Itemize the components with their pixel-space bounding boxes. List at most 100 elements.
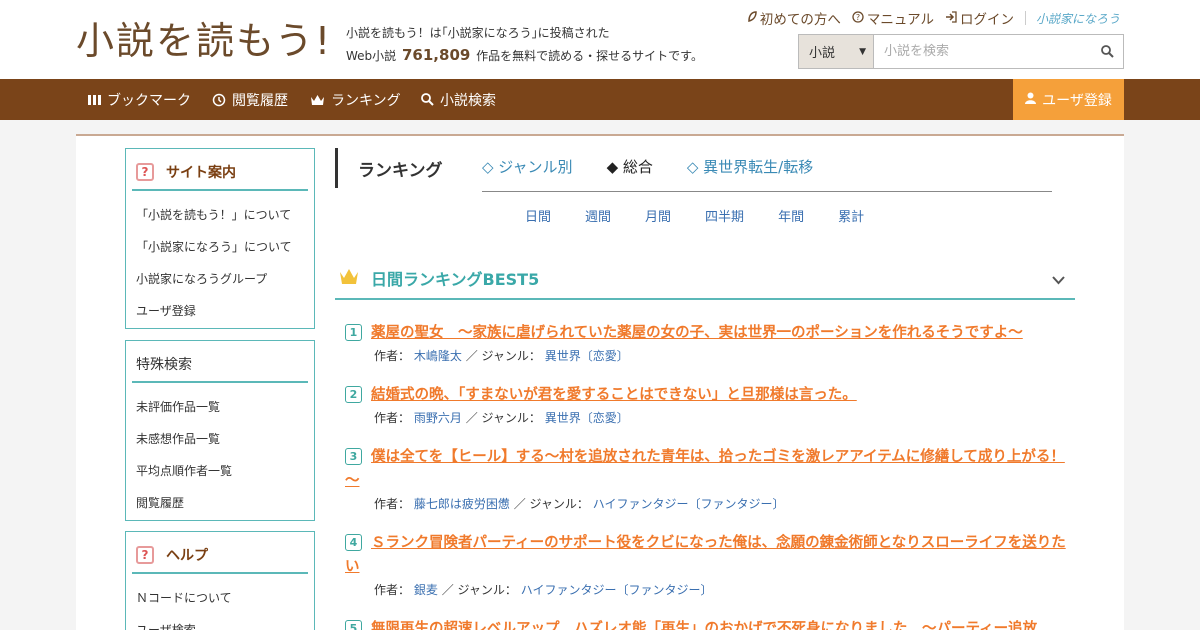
period-yearly[interactable]: 年間 (778, 206, 804, 225)
novel-meta: 作者： 木嶋隆太 ／ ジャンル： 異世界〔恋愛〕 (374, 347, 1070, 365)
genre-label: ／ ジャンル： (465, 411, 541, 425)
author-label: 作者： (374, 349, 411, 363)
register-button[interactable]: ユーザ登録 (1013, 79, 1124, 120)
sidebar-item-ncode[interactable]: Ｎコードについて (136, 582, 314, 614)
sidebar-guide-title: サイト案内 (166, 165, 236, 181)
author-label: 作者： (374, 497, 411, 511)
novel-title-link[interactable]: Ｓランク冒険者パーティーのサポート役をクビになった俺は、念願の錬金術師となりスロ… (345, 531, 1070, 579)
history-icon (212, 93, 226, 107)
tagline-line1: 小説を読もう！は｢小説家になろう｣に投稿された (346, 26, 610, 40)
nav-bookmark[interactable]: ブックマーク (88, 79, 191, 120)
tab-overall[interactable]: ◆ 総合 (607, 156, 653, 191)
period-total[interactable]: 累計 (838, 206, 864, 225)
novel-title-link[interactable]: 僕は全てを【ヒール】する～村を追放された青年は、拾ったゴミを激レアアイテムに修繕… (345, 445, 1070, 493)
leaf-icon (748, 11, 757, 25)
top-links: 初めての方へ ? マニュアル ログイン 小説家になろう (737, 8, 1120, 28)
genre-label: ／ ジャンル： (441, 583, 517, 597)
tab-genre[interactable]: ◇ ジャンル別 (482, 156, 573, 191)
genre-label: ／ ジャンル： (513, 497, 589, 511)
search-icon (421, 93, 434, 106)
tagline-prefix: Web小説 (346, 49, 397, 63)
ranking-entry: 2 結婚式の晩、「すまないが君を愛することはできない」と旦那様は言った。 作者：… (345, 383, 1070, 427)
search-icon (1100, 45, 1114, 58)
genre-link[interactable]: ハイファンタジー〔ファンタジー〕 (521, 583, 713, 597)
beginners-label: 初めての方へ (759, 12, 841, 28)
nav-ranking[interactable]: ランキング (310, 79, 401, 120)
sidebar-item-about-narou[interactable]: 「小説家になろう」について (136, 231, 314, 263)
manual-label: マニュアル (866, 12, 934, 28)
crown-icon (339, 268, 359, 289)
ranking-tabs: ◇ ジャンル別 ◆ 総合 ◇ 異世界転生/転移 (482, 156, 1052, 192)
sidebar-special-search: 特殊検索 未評価作品一覧 未感想作品一覧 平均点順作者一覧 閲覧履歴 (125, 340, 315, 521)
period-daily[interactable]: 日間 (525, 206, 551, 225)
search-type-select[interactable]: 小説 ▼ (799, 35, 874, 68)
ranking-entry: 3 僕は全てを【ヒール】する～村を追放された青年は、拾ったゴミを激レアアイテムに… (345, 445, 1070, 513)
sidebar-help-title: ヘルプ (166, 548, 208, 564)
sidebar-special-list: 未評価作品一覧 未感想作品一覧 平均点順作者一覧 閲覧履歴 (126, 383, 314, 523)
novel-title-link[interactable]: 結婚式の晩、「すまないが君を愛することはできない」と旦那様は言った。 (345, 383, 1070, 407)
sidebar-special-heading: 特殊検索 (132, 347, 308, 383)
caret-down-icon: ▼ (859, 46, 866, 57)
author-link[interactable]: 木嶋隆太 (414, 349, 462, 363)
novel-meta: 作者： 雨野六月 ／ ジャンル： 異世界〔恋愛〕 (374, 409, 1070, 427)
nav-bookmark-label: ブックマーク (107, 92, 191, 109)
sidebar-item-history[interactable]: 閲覧履歴 (136, 487, 314, 519)
login-label: ログイン (959, 12, 1014, 28)
bookmark-books-icon (88, 94, 101, 106)
site-tagline: 小説を読もう！は｢小説家になろう｣に投稿された Web小説 761,809 作品… (346, 22, 703, 67)
genre-label: ／ ジャンル： (465, 349, 541, 363)
manual-link[interactable]: ? マニュアル (852, 8, 934, 28)
chevron-down-icon[interactable] (1052, 270, 1065, 289)
novel-title-link[interactable]: 無限再生の超速レベルアップ ハズレオ能「再生」のおかげで不死身になりました ～パ… (345, 617, 1070, 630)
search-form: 小説 ▼ (798, 34, 1124, 69)
rank-number-icon: 1 (345, 324, 362, 341)
sidebar-item-user-register[interactable]: ユーザ登録 (136, 295, 314, 327)
question-circle-icon: ? (852, 10, 864, 26)
nav-history[interactable]: 閲覧履歴 (212, 79, 288, 120)
nav-search[interactable]: 小説検索 (421, 79, 496, 120)
sidebar-item-narou-group[interactable]: 小説家になろうグループ (136, 263, 314, 295)
best5-header: 日間ランキングBEST5 (335, 258, 1075, 300)
author-link[interactable]: 雨野六月 (414, 411, 462, 425)
genre-link[interactable]: 異世界〔恋愛〕 (545, 349, 629, 363)
tab-isekai[interactable]: ◇ 異世界転生/転移 (687, 156, 813, 191)
ranking-title: ランキング (335, 148, 443, 188)
narou-logo-link[interactable]: 小説家になろう (1036, 10, 1120, 27)
sidebar-item-no-review[interactable]: 未感想作品一覧 (136, 423, 314, 455)
genre-link[interactable]: 異世界〔恋愛〕 (545, 411, 629, 425)
author-link[interactable]: 銀麦 (414, 583, 438, 597)
ranking-entry: 4 Ｓランク冒険者パーティーのサポート役をクビになった俺は、念願の錬金術師となり… (345, 531, 1070, 599)
register-label: ユーザ登録 (1042, 92, 1112, 109)
site-logo[interactable]: 小説を読もう! (76, 16, 332, 66)
period-weekly[interactable]: 週間 (585, 206, 611, 225)
search-type-value: 小説 (809, 46, 836, 61)
nav-history-label: 閲覧履歴 (232, 92, 288, 109)
sidebar-item-about-yomou[interactable]: 「小説を読もう！」について (136, 199, 314, 231)
site-header: 小説を読もう! 小説を読もう！は｢小説家になろう｣に投稿された Web小説 76… (0, 0, 1200, 79)
sidebar-guide-list: 「小説を読もう！」について 「小説家になろう」について 小説家になろうグループ … (126, 191, 314, 331)
rank-number-icon: 3 (345, 448, 362, 465)
main-panel: ? サイト案内 「小説を読もう！」について 「小説家になろう」について 小説家に… (76, 134, 1124, 630)
novel-meta: 作者： 藤七郎は疲労困憊 ／ ジャンル： ハイファンタジー〔ファンタジー〕 (374, 495, 1070, 513)
sidebar-item-avg-authors[interactable]: 平均点順作者一覧 (136, 455, 314, 487)
login-link[interactable]: ログイン (945, 8, 1014, 28)
sidebar-item-user-search[interactable]: ユーザ検索 (136, 614, 314, 630)
crown-icon (310, 94, 325, 106)
author-label: 作者： (374, 411, 411, 425)
novel-title-link[interactable]: 薬屋の聖女 ～家族に虐げられていた薬屋の女の子、実は世界一のポーションを作れるそ… (345, 321, 1070, 345)
period-monthly[interactable]: 月間 (645, 206, 671, 225)
nav-ranking-label: ランキング (331, 92, 401, 109)
author-link[interactable]: 藤七郎は疲労困憊 (414, 497, 510, 511)
tagline-line2: Web小説 761,809 作品を無料で読める・探せるサイトです。 (346, 44, 703, 67)
search-button[interactable] (1091, 35, 1123, 68)
beginners-link[interactable]: 初めての方へ (748, 8, 841, 28)
period-quarterly[interactable]: 四半期 (705, 206, 744, 225)
rank-number-icon: 5 (345, 620, 362, 630)
genre-link[interactable]: ハイファンタジー〔ファンタジー〕 (593, 497, 785, 511)
search-input[interactable] (874, 35, 1091, 68)
login-icon (945, 10, 957, 26)
sidebar-item-unrated[interactable]: 未評価作品一覧 (136, 391, 314, 423)
novel-meta: 作者： 銀麦 ／ ジャンル： ハイファンタジー〔ファンタジー〕 (374, 581, 1070, 599)
sidebar-guide-heading: ? サイト案内 (132, 155, 308, 191)
nav-search-label: 小説検索 (440, 92, 496, 109)
